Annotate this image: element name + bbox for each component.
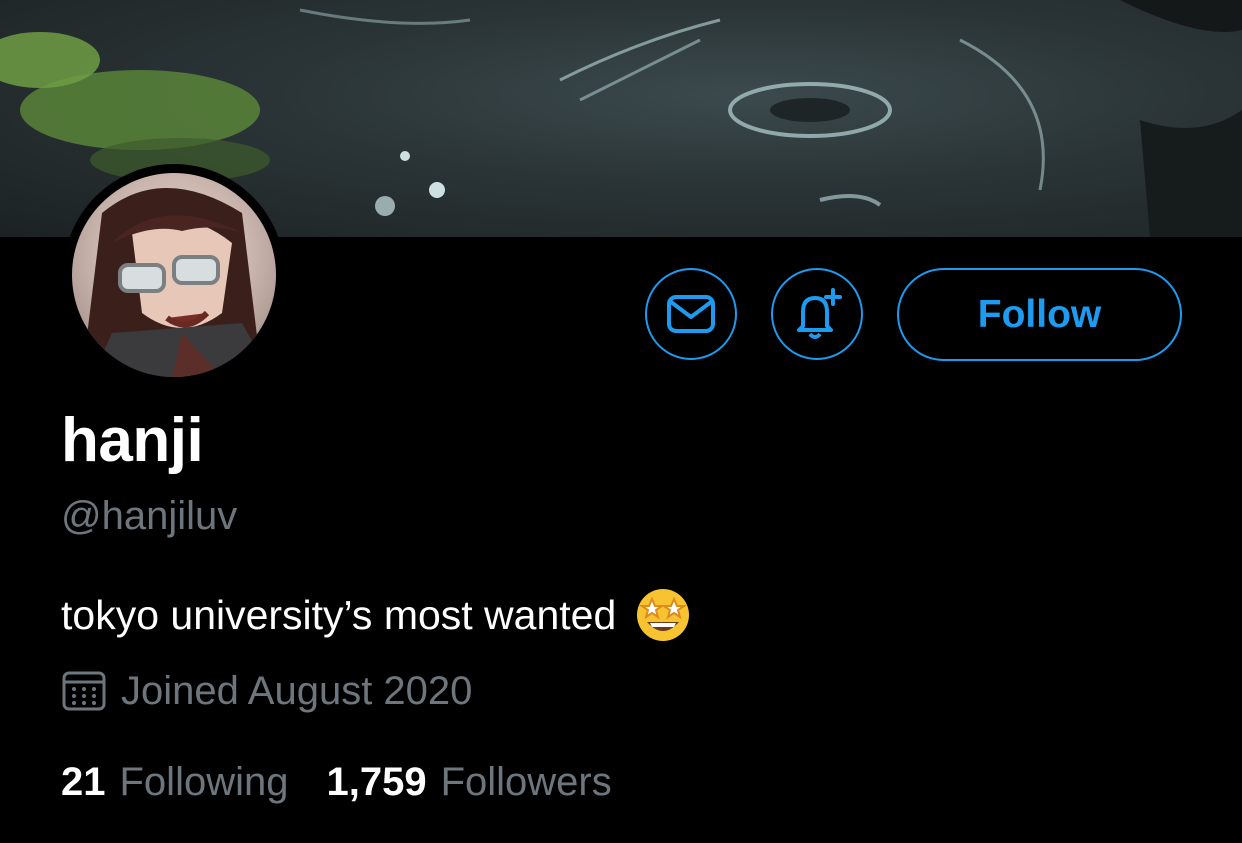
follow-stats: 21 Following 1,759 Followers bbox=[61, 760, 612, 805]
following-label: Following bbox=[119, 760, 289, 804]
star-struck-emoji bbox=[637, 589, 690, 641]
envelope-icon bbox=[667, 295, 715, 333]
joined-label: Joined August 2020 bbox=[121, 668, 473, 713]
joined-date: Joined August 2020 bbox=[61, 668, 472, 714]
followers-label: Followers bbox=[440, 760, 612, 804]
calendar-icon bbox=[62, 671, 106, 711]
notify-button[interactable] bbox=[771, 268, 863, 360]
display-name: hanji bbox=[61, 406, 204, 475]
following-link[interactable]: 21 Following bbox=[61, 760, 288, 805]
followers-count: 1,759 bbox=[326, 760, 427, 804]
avatar-border bbox=[63, 164, 285, 386]
bio: tokyo university’s most wanted bbox=[61, 586, 692, 644]
bio-text: tokyo university’s most wanted bbox=[61, 591, 617, 638]
avatar[interactable] bbox=[72, 173, 276, 377]
username-handle: @hanjiluv bbox=[61, 494, 238, 538]
following-count: 21 bbox=[61, 760, 106, 804]
message-button[interactable] bbox=[645, 268, 737, 360]
followers-link[interactable]: 1,759 Followers bbox=[326, 760, 611, 805]
follow-button[interactable]: Follow bbox=[897, 268, 1182, 361]
bell-plus-icon bbox=[797, 288, 842, 339]
